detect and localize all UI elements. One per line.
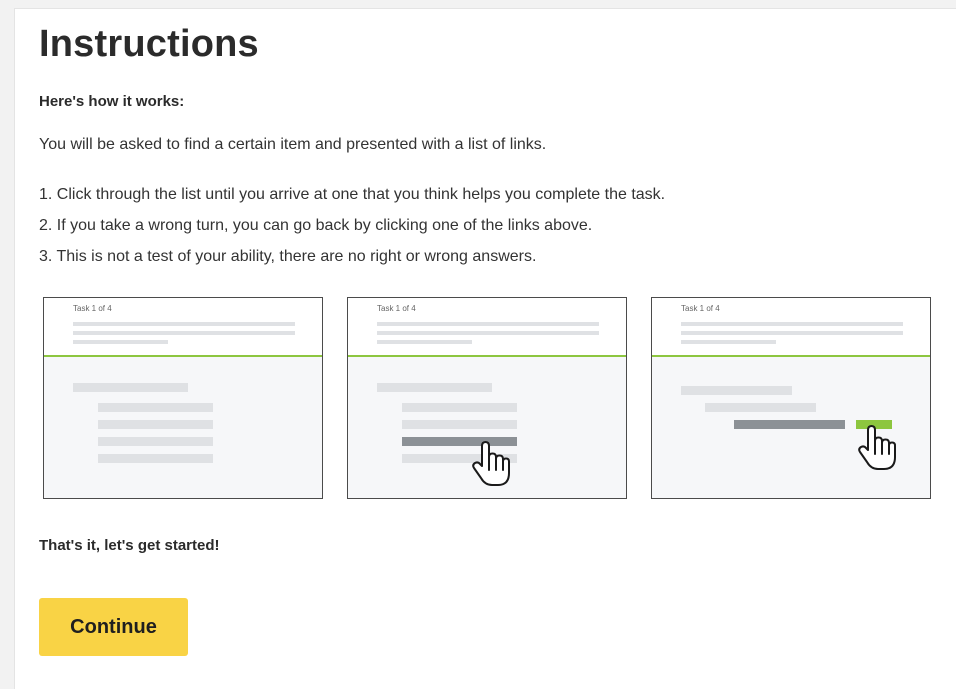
illustration-task-label: Task 1 of 4 bbox=[377, 304, 416, 313]
placeholder-line bbox=[681, 340, 776, 344]
step-item: 1. Click through the list until you arri… bbox=[39, 186, 666, 203]
placeholder-line bbox=[73, 340, 168, 344]
step-item: 2. If you take a wrong turn, you can go … bbox=[39, 217, 593, 234]
illustration-step-2: Task 1 of 4 bbox=[347, 297, 627, 499]
placeholder-link bbox=[402, 420, 517, 429]
closing-text: That's it, let's get started! bbox=[39, 537, 220, 554]
placeholder-link bbox=[98, 420, 213, 429]
continue-button[interactable]: Continue bbox=[39, 598, 188, 656]
hand-pointer-icon bbox=[858, 425, 896, 470]
placeholder-link bbox=[98, 437, 213, 446]
placeholder-link bbox=[98, 454, 213, 463]
step-item: 3. This is not a test of your ability, t… bbox=[39, 248, 537, 265]
placeholder-line bbox=[73, 331, 295, 335]
selected-link bbox=[734, 420, 845, 429]
placeholder-line bbox=[377, 340, 472, 344]
breadcrumb-link bbox=[705, 403, 816, 412]
page-title: Instructions bbox=[39, 23, 259, 65]
illustration-task-label: Task 1 of 4 bbox=[73, 304, 112, 313]
placeholder-line bbox=[681, 322, 903, 326]
illustration-task-label: Task 1 of 4 bbox=[681, 304, 720, 313]
illustration-header: Task 1 of 4 bbox=[348, 298, 626, 357]
placeholder-line bbox=[73, 322, 295, 326]
steps-list: 1. Click through the list until you arri… bbox=[39, 179, 665, 272]
breadcrumb-link bbox=[681, 386, 792, 395]
placeholder-line bbox=[377, 331, 599, 335]
illustration-step-3: Task 1 of 4 bbox=[651, 297, 931, 499]
placeholder-link bbox=[377, 383, 492, 392]
placeholder-line bbox=[377, 322, 599, 326]
placeholder-link bbox=[73, 383, 188, 392]
intro-text: You will be asked to find a certain item… bbox=[39, 136, 547, 153]
hand-pointer-icon bbox=[472, 441, 510, 486]
illustration-step-1: Task 1 of 4 bbox=[43, 297, 323, 499]
placeholder-line bbox=[681, 331, 903, 335]
illustration-header: Task 1 of 4 bbox=[652, 298, 930, 357]
placeholder-link bbox=[402, 403, 517, 412]
illustration-header: Task 1 of 4 bbox=[44, 298, 322, 357]
instructions-card: Instructions Here's how it works: You wi… bbox=[14, 8, 956, 689]
placeholder-link bbox=[98, 403, 213, 412]
how-it-works-heading: Here's how it works: bbox=[39, 93, 185, 110]
illustration-body bbox=[44, 357, 322, 498]
